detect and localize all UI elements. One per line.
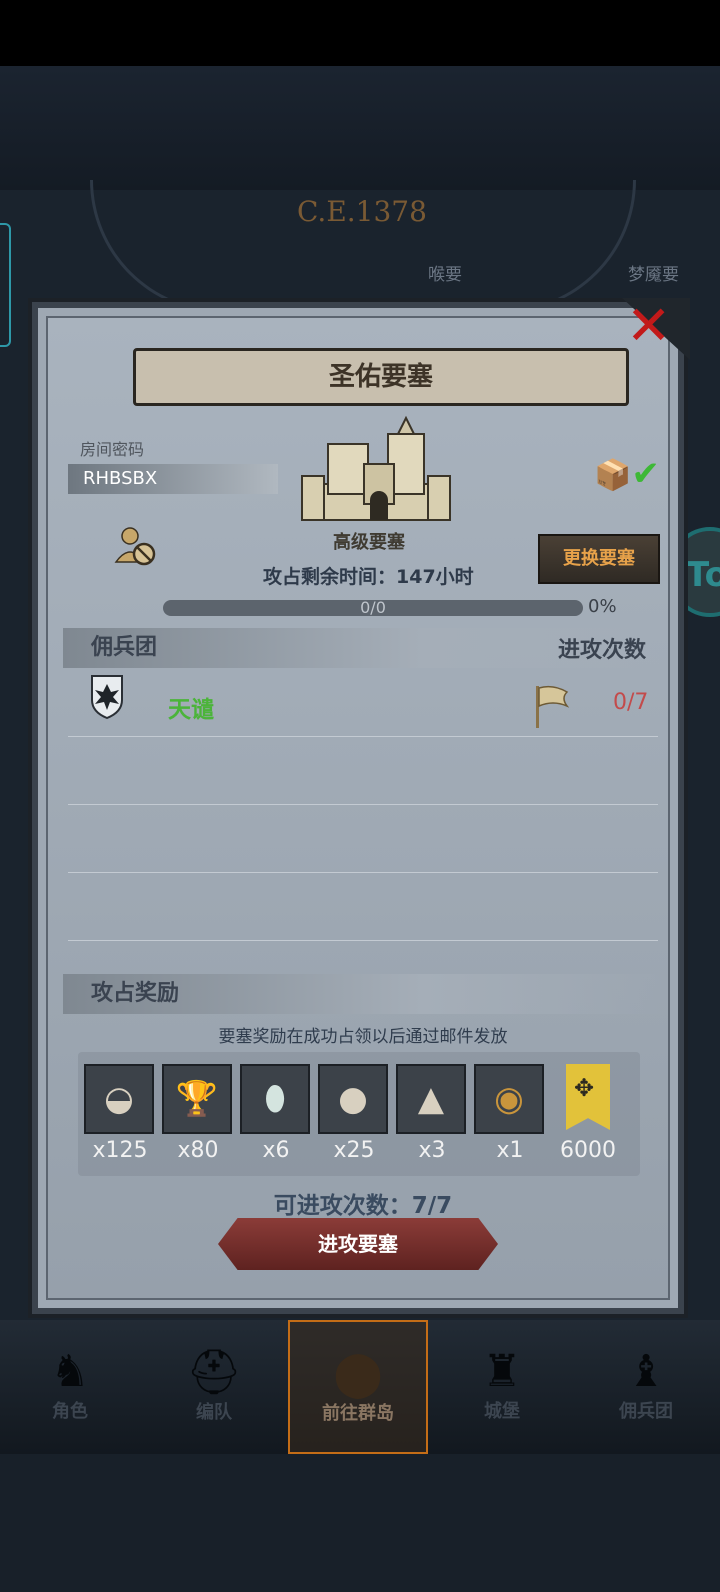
island-icon: ⬤ <box>333 1348 383 1399</box>
reward-item[interactable]: ✥ 6000 <box>552 1064 624 1163</box>
reward-item[interactable]: 🏆 x80 <box>162 1064 234 1163</box>
dialog-body: 圣佑要塞 房间密码 RHBSBX 高级要塞 攻占剩余时间：147小时 📦✔ 更换… <box>46 316 670 1300</box>
castle-icon: ♜ <box>482 1346 522 1397</box>
fortress-dialog: 圣佑要塞 房间密码 RHBSBX 高级要塞 攻占剩余时间：147小时 📦✔ 更换… <box>28 298 690 1318</box>
close-icon[interactable]: ✕ <box>626 296 671 356</box>
time-remaining: 攻占剩余时间：147小时 <box>263 566 474 588</box>
reward-item[interactable]: ⬮ x6 <box>240 1064 312 1163</box>
mercenary-icon: ♝ <box>626 1346 666 1397</box>
mercenary-name: 天谴 <box>168 697 214 723</box>
empty-row <box>68 736 658 805</box>
rewards-note: 要塞奖励在成功占领以后通过邮件发放 <box>218 1027 508 1047</box>
capture-progress-bar: 0/0 <box>163 598 583 617</box>
goblet-icon: 🏆 <box>162 1064 232 1134</box>
nav-item-role[interactable]: ♞ 角色 <box>0 1320 140 1454</box>
reward-item[interactable]: ◉ x1 <box>474 1064 546 1163</box>
bottom-nav: ♞ 角色 ⛑ 编队 ⬤ 前往群岛 ♜ 城堡 ♝ 佣兵团 <box>0 1320 720 1454</box>
reward-qty: x125 <box>92 1138 148 1163</box>
sand-pile-icon: ▲ <box>396 1064 466 1134</box>
room-code: RHBSBX <box>68 464 278 494</box>
progress-text: 0/0 <box>360 598 386 617</box>
nav-item-formation[interactable]: ⛑ 编队 <box>144 1320 284 1454</box>
flag-icon <box>536 685 570 728</box>
reward-qty: x1 <box>496 1138 524 1163</box>
rewards-list: ◒ x125 🏆 x80 ⬮ x6 ● x25 ▲ x3 ◉ x1 ✥ 6000 <box>78 1052 640 1176</box>
helmet-icon: ⛑ <box>186 1347 242 1398</box>
guild-shield-icon <box>91 675 123 720</box>
fortress-level: 高级要塞 <box>333 532 405 553</box>
status-bar <box>0 0 720 66</box>
map-label: 梦魇要 <box>628 265 679 285</box>
reward-qty: x6 <box>262 1138 290 1163</box>
bottom-background <box>0 1454 720 1592</box>
no-user-icon[interactable] <box>114 524 158 568</box>
knight-icon: ♞ <box>50 1346 90 1397</box>
reward-qty: x3 <box>418 1138 446 1163</box>
reward-qty: x25 <box>333 1138 375 1163</box>
nav-label: 佣兵团 <box>619 1401 673 1422</box>
helmet-medal-icon: ◉ <box>474 1064 544 1134</box>
mercenary-attack-count: 0/7 <box>613 690 649 715</box>
reward-qty: x80 <box>177 1138 219 1163</box>
fortress-castle-icon <box>301 415 451 521</box>
supply-check-icon[interactable]: 📦✔ <box>594 454 660 494</box>
nav-item-islands[interactable]: ⬤ 前往群岛 <box>288 1320 428 1454</box>
map-label: 喉要 <box>428 265 462 285</box>
nav-item-mercenary[interactable]: ♝ 佣兵团 <box>576 1320 716 1454</box>
dialog-title: 圣佑要塞 <box>133 348 629 406</box>
room-code-label: 房间密码 <box>80 440 145 459</box>
gem-stone-icon: ⬮ <box>240 1064 310 1134</box>
attack-fortress-button[interactable]: 进攻要塞 <box>218 1218 498 1270</box>
reward-item[interactable]: ▲ x3 <box>396 1064 468 1163</box>
empty-row <box>68 872 658 941</box>
reward-item[interactable]: ◒ x125 <box>84 1064 156 1163</box>
swap-fortress-button[interactable]: 更换要塞 <box>538 534 660 584</box>
reward-item[interactable]: ● x25 <box>318 1064 390 1163</box>
available-attacks: 可进攻次数：7/7 <box>273 1193 453 1219</box>
rewards-header: 攻占奖励 <box>63 974 663 1014</box>
attack-count-header: 进攻次数 <box>558 638 647 663</box>
nav-label: 城堡 <box>484 1401 520 1422</box>
nav-label: 编队 <box>196 1402 232 1423</box>
nav-label: 前往群岛 <box>322 1403 394 1424</box>
salt-sack-icon: ◒ <box>84 1064 154 1134</box>
reward-qty: 6000 <box>560 1138 616 1163</box>
year-label: C.E.1378 <box>297 195 427 228</box>
nav-item-castle[interactable]: ♜ 城堡 <box>432 1320 572 1454</box>
pearls-icon: ● <box>318 1064 388 1134</box>
rank-chevron-icon: ✥ <box>566 1064 610 1130</box>
nav-label: 角色 <box>52 1401 88 1422</box>
left-side-tab[interactable] <box>0 223 11 347</box>
empty-row <box>68 804 658 873</box>
background-top <box>0 66 720 191</box>
progress-percent: 0% <box>588 596 617 617</box>
